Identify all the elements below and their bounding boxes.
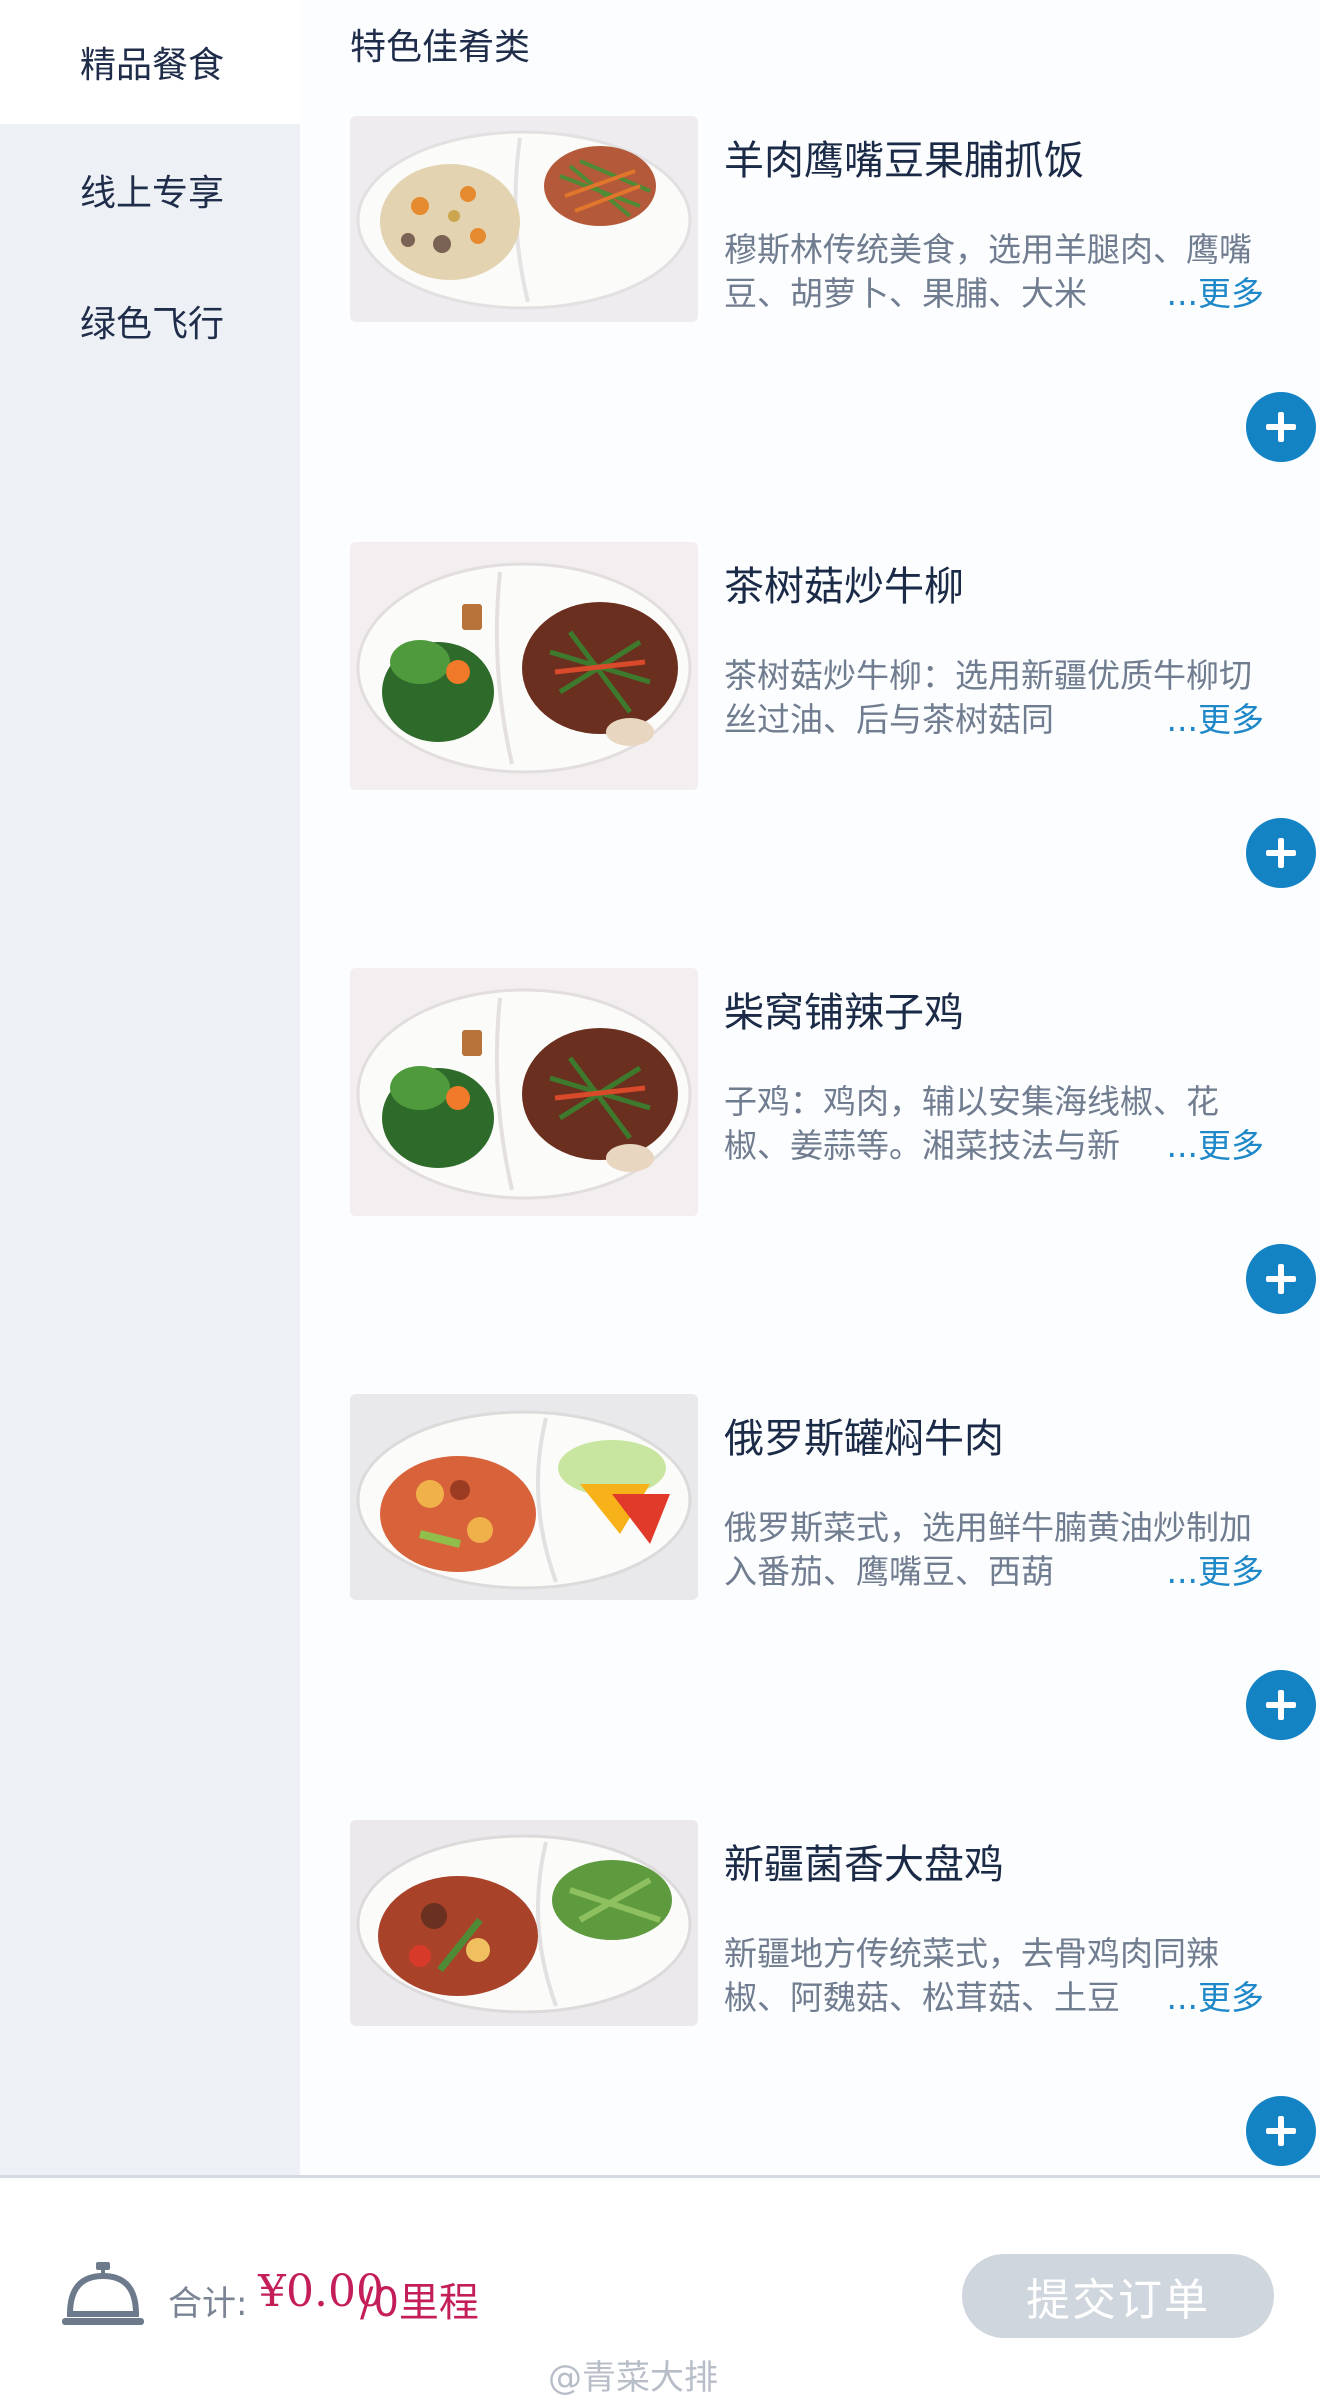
dish-photo-beef[interactable] bbox=[350, 542, 698, 790]
dish-photo-big-plate-chicken[interactable] bbox=[350, 1820, 698, 2026]
add-to-cart-button[interactable] bbox=[1246, 1670, 1316, 1740]
section-title: 特色佳肴类 bbox=[350, 27, 531, 68]
dish-name: 柴窝铺辣子鸡 bbox=[724, 990, 964, 1036]
dish-name: 羊肉鹰嘴豆果脯抓饭 bbox=[724, 138, 1084, 184]
add-to-cart-button[interactable] bbox=[1246, 2096, 1316, 2166]
more-link[interactable]: ...更多 bbox=[1158, 1124, 1264, 1168]
submit-order-button[interactable]: 提交订单 bbox=[962, 2254, 1274, 2338]
menu-item[interactable]: 茶树菇炒牛柳 茶树菇炒牛柳：选用新疆优质牛柳切丝过油、后与茶树菇同 ...更多 bbox=[350, 542, 1316, 968]
dish-photo-chicken-spicy[interactable] bbox=[350, 968, 698, 1216]
add-to-cart-button[interactable] bbox=[1246, 1244, 1316, 1314]
more-link[interactable]: ...更多 bbox=[1158, 1550, 1264, 1594]
dish-name: 茶树菇炒牛柳 bbox=[724, 564, 964, 610]
menu-item[interactable]: 新疆菌香大盘鸡 新疆地方传统菜式，去骨鸡肉同辣椒、阿魏菇、松茸菇、土豆 ...更… bbox=[350, 1820, 1316, 2175]
sidebar-item-premium-meals[interactable]: 精品餐食 bbox=[0, 0, 300, 124]
menu-list[interactable]: 特色佳肴类 羊肉鹰嘴豆果脯抓饭 穆斯林传统美食，选用羊腿肉、鹰嘴豆、胡萝卜、果脯… bbox=[300, 0, 1320, 2175]
dish-name: 俄罗斯罐焖牛肉 bbox=[724, 1416, 1004, 1462]
dish-photo-pilaf[interactable] bbox=[350, 116, 698, 322]
total-miles: /0里程 bbox=[360, 2280, 479, 2326]
menu-item[interactable]: 俄罗斯罐焖牛肉 俄罗斯菜式，选用鲜牛腩黄油炒制加入番茄、鹰嘴豆、西葫 ...更多 bbox=[350, 1394, 1316, 1820]
sidebar-item-green-flight[interactable]: 绿色飞行 bbox=[0, 255, 300, 386]
sidebar-item-label: 线上专享 bbox=[80, 172, 225, 214]
sidebar-item-online-exclusive[interactable]: 线上专享 bbox=[0, 124, 300, 255]
more-link[interactable]: ...更多 bbox=[1158, 272, 1264, 316]
add-to-cart-button[interactable] bbox=[1246, 392, 1316, 462]
add-to-cart-button[interactable] bbox=[1246, 818, 1316, 888]
sidebar-item-label: 精品餐食 bbox=[80, 45, 225, 86]
sidebar-item-label: 绿色飞行 bbox=[80, 303, 225, 345]
more-link[interactable]: ...更多 bbox=[1158, 1976, 1264, 2020]
dish-name: 新疆菌香大盘鸡 bbox=[724, 1842, 1004, 1888]
category-sidebar: 精品餐食 线上专享 绿色飞行 bbox=[0, 0, 300, 2175]
menu-item[interactable]: 柴窝铺辣子鸡 子鸡：鸡肉，辅以安集海线椒、花椒、姜蒜等。湘菜技法与新 ...更多 bbox=[350, 968, 1316, 1394]
watermark: @青菜大排 bbox=[548, 2358, 718, 2398]
dish-photo-beef-stew[interactable] bbox=[350, 1394, 698, 1600]
bell-icon bbox=[58, 2258, 148, 2336]
menu-item[interactable]: 羊肉鹰嘴豆果脯抓饭 穆斯林传统美食，选用羊腿肉、鹰嘴豆、胡萝卜、果脯、大米 ..… bbox=[350, 116, 1316, 542]
total-label: 合计: bbox=[168, 2284, 248, 2324]
more-link[interactable]: ...更多 bbox=[1158, 698, 1264, 742]
checkout-bar: 合计: ¥0.00 /0里程 提交订单 @青菜大排 bbox=[0, 2175, 1320, 2400]
